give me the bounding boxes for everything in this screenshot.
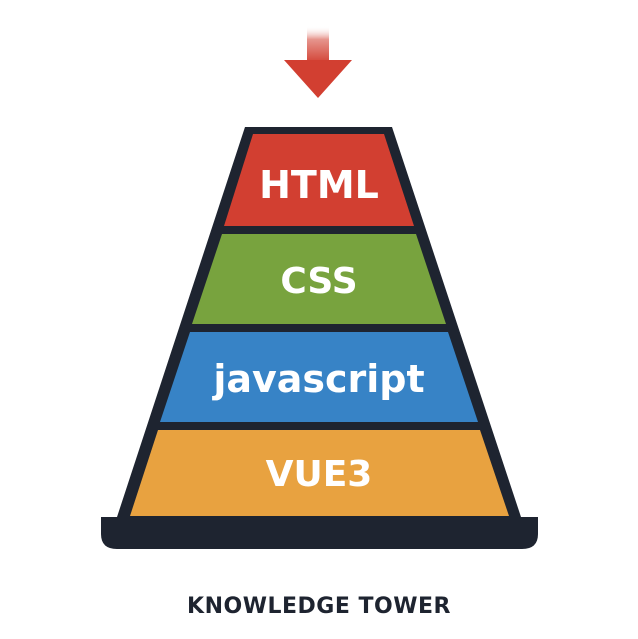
tier-label-css: CSS — [280, 261, 357, 302]
tier-label-vue3: VUE3 — [266, 454, 373, 495]
tier-label-javascript: javascript — [211, 357, 424, 401]
knowledge-tower-diagram: HTML CSS javascript VUE3 KNOWLEDGE TOWER — [101, 26, 538, 619]
diagram-caption: KNOWLEDGE TOWER — [187, 594, 451, 619]
down-arrow-icon — [284, 26, 352, 98]
tier-label-html: HTML — [259, 163, 379, 207]
tower-base — [101, 517, 538, 549]
